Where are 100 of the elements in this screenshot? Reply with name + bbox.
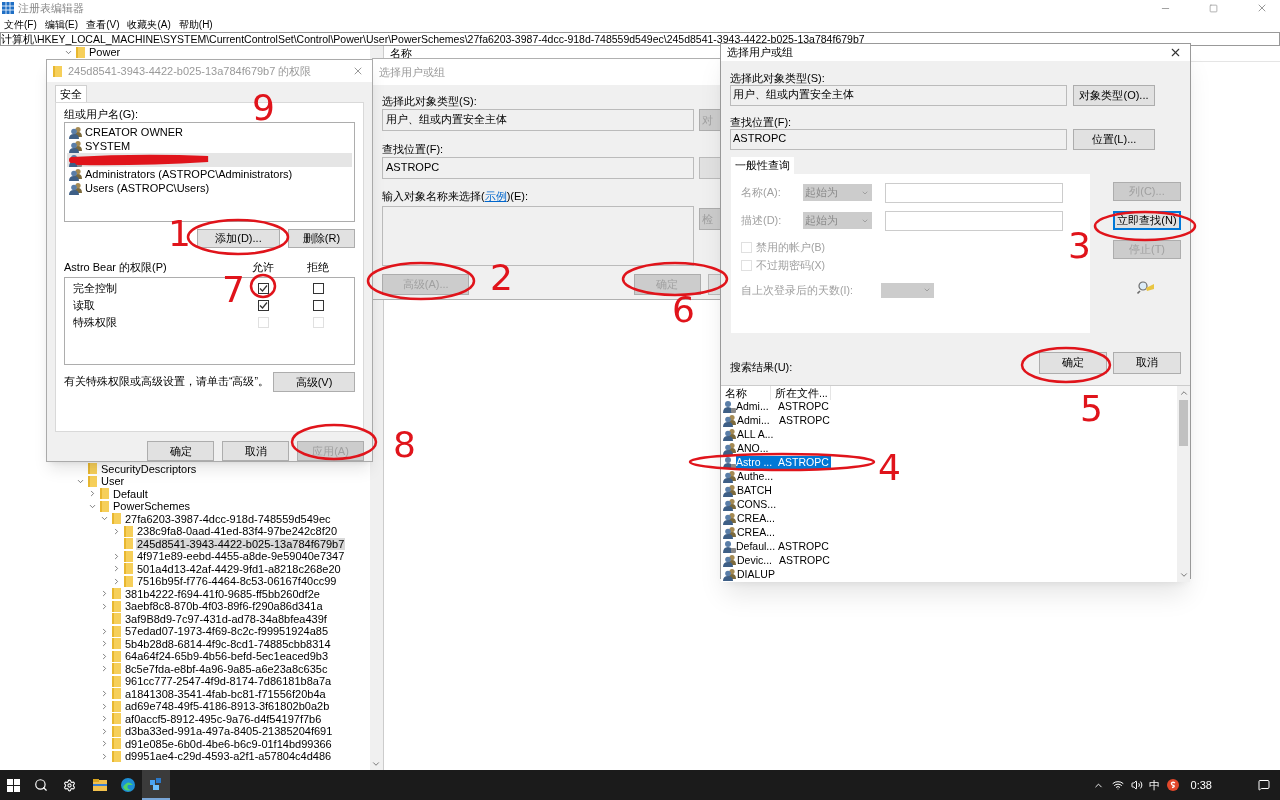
tree-item[interactable]: 64a64f24-65b9-4b56-befd-5ec1eaced9b3 [124,650,330,663]
tree-item[interactable]: 5b4b28d8-6814-4f9c-8cd1-74885cbb8314 [124,637,332,650]
tree-item[interactable]: PowerSchemes [112,500,192,513]
location-button[interactable]: 位置(L)... [1073,128,1155,150]
result-row[interactable]: Admi... ASTROPC [736,400,831,413]
permission-name: 完全控制 [73,281,117,297]
dialog-button[interactable]: 取消 [222,441,289,461]
query-field[interactable] [885,210,1063,231]
user-icon [69,153,82,167]
tree-item[interactable]: d3ba33ed-991a-497a-8405-21385204f691 [124,725,334,738]
object-type-button[interactable]: 对象类型(O)... [1073,84,1155,106]
result-row[interactable]: ALL A... [737,428,826,441]
windows-logo-icon[interactable] [7,778,20,792]
cancel-button[interactable]: 取消 [1113,351,1181,374]
list-item[interactable]: SYSTEM [67,139,133,153]
location-field[interactable]: ASTROPC [382,157,694,179]
tree-item[interactable]: 961cc777-2547-4f9d-8174-7d86181b8a7a [124,675,333,688]
tree-item[interactable]: Power [88,46,122,59]
result-row[interactable]: Admi... ASTROPC [737,414,832,427]
result-row[interactable]: Defaul... ASTROPC [736,540,831,553]
tree-item[interactable]: d9951ae4-c29d-4593-a2f1-a57804c4d486 [124,750,333,763]
list-item[interactable]: Users (ASTROPC\Users) [67,181,212,195]
group-icon [69,167,83,181]
checkbox[interactable] [257,300,269,311]
user-icon [723,400,736,413]
expand-icon[interactable] [112,526,121,536]
remove-button[interactable]: 删除(R) [288,229,355,248]
object-type-field[interactable]: 用户、组或内置安全主体 [730,84,1067,106]
advanced-button[interactable]: 高级(V) [273,372,355,392]
menu-item[interactable]: 编辑(E) [44,16,79,32]
tab[interactable]: 一般性查询 [731,156,794,174]
tree-item[interactable]: 238c9fa8-0aad-41ed-83f4-97be242c8f20 [136,525,338,538]
scrollbar-thumb[interactable] [1179,399,1188,446]
tree-item[interactable]: 7516b95f-f776-4464-8c53-06167f40cc99 [136,575,338,588]
column-header[interactable]: 所在文件... [771,385,831,400]
result-row[interactable]: BATCH [737,484,826,497]
checkbox-label: 禁用的帐户(B) [756,239,825,255]
tree-item[interactable]: 3af9B8d9-7c97-431d-ad78-34a8bfea439f [124,612,328,625]
field-label: 名称(A): [741,185,782,201]
tree-item[interactable]: ad69e748-49f5-4186-8913-3f61802b0a2b [124,700,331,713]
ok-button[interactable]: 确定 [1039,351,1107,374]
query-field[interactable] [885,182,1063,203]
folder-icon [112,725,121,737]
tree-item[interactable]: 501a4d13-42af-4429-9fd1-a8218c268e20 [136,562,342,575]
result-row[interactable]: CREA... [737,512,826,525]
dialog-button[interactable]: 确定 [147,441,214,461]
scroll-down-icon[interactable] [371,759,381,769]
result-row[interactable]: CONS... [737,498,826,511]
list-item[interactable]: Administrators (ASTROPC\Administrators) [67,167,295,181]
result-row[interactable]: Astro ... ASTROPC [736,456,831,469]
example-link[interactable]: 示例 [484,190,507,202]
checkbox[interactable] [312,300,324,311]
column-header[interactable]: 名称 [721,385,771,400]
clock[interactable]: 0:38 [1190,776,1212,794]
days-select[interactable] [881,282,934,298]
tab[interactable]: 安全 [55,85,87,102]
tree-item[interactable]: 27fa6203-3987-4dcc-918d-748559d549ec [124,512,332,525]
add-button[interactable]: 添加(D)... [197,229,280,248]
object-names-field[interactable] [382,206,694,266]
result-row[interactable]: ANO... [737,442,826,455]
tree-item[interactable]: SecurityDescriptors [100,462,198,475]
menu-item[interactable]: 查看(V) [86,16,120,32]
expand-icon[interactable] [88,489,97,499]
checkbox[interactable] [312,283,324,294]
input-method-indicator[interactable]: 中 [1148,776,1160,794]
result-row[interactable]: Authe... [737,470,826,483]
notification-icon[interactable] [1258,779,1270,791]
settings-icon[interactable] [63,778,76,792]
result-row[interactable]: DIALUP [737,568,826,581]
list-item[interactable]: CREATOR OWNER [67,125,185,139]
tree-item[interactable]: 245d8541-3943-4422-b025-13a784f679b7 [136,537,346,550]
result-row[interactable]: Devic... ASTROPC [737,554,832,567]
menu-item[interactable]: 帮助(H) [178,16,213,32]
checkbox[interactable] [257,283,269,294]
location-field[interactable]: ASTROPC [730,128,1067,150]
maximize-icon[interactable] [1209,3,1218,13]
app-tray-icon[interactable] [1166,779,1179,791]
tree-item[interactable]: 381b4222-f694-41f0-9685-ff5bb260df2e [124,587,321,600]
tree-item[interactable]: 3aebf8c8-870b-4f03-89f6-f290a86d341a [124,600,324,613]
folder-icon [112,738,121,750]
tree-item[interactable]: User [100,475,126,488]
result-row[interactable]: CREA... [737,526,826,539]
tree-item[interactable]: 4f971e89-eebd-4455-a8de-9e59040e7347 [136,550,346,563]
folder-icon [112,675,121,687]
network-icon[interactable] [1111,779,1124,791]
group-icon [723,568,737,581]
tree-item[interactable]: a1841308-3541-4fab-bc81-f71556f20b4a [124,687,327,700]
tree-item[interactable]: 8c5e7fda-e8bf-4a96-9a85-a6e23a8c635c [124,662,329,675]
object-type-field[interactable]: 用户、组或内置安全主体 [382,109,694,131]
tree-item[interactable]: d91e085e-6b0d-4be6-b6c9-01f14bd99366 [124,737,333,750]
scrollbar[interactable] [1177,385,1190,582]
volume-icon[interactable] [1130,779,1143,791]
search-icon[interactable] [34,778,48,792]
tree-item[interactable]: 57edad07-1973-4f69-8c2c-f99951924a85 [124,625,330,638]
menu-item[interactable]: 文件(F) [4,16,37,32]
menu-item[interactable]: 收藏夹(A) [127,16,171,32]
tree-item[interactable]: Default [112,487,149,500]
taskbar-app[interactable] [142,770,170,800]
tree-item[interactable]: af0accf5-8912-495c-9a76-d4f54197f7b6 [124,712,323,725]
field-label: 查找位置(F): [730,114,793,128]
